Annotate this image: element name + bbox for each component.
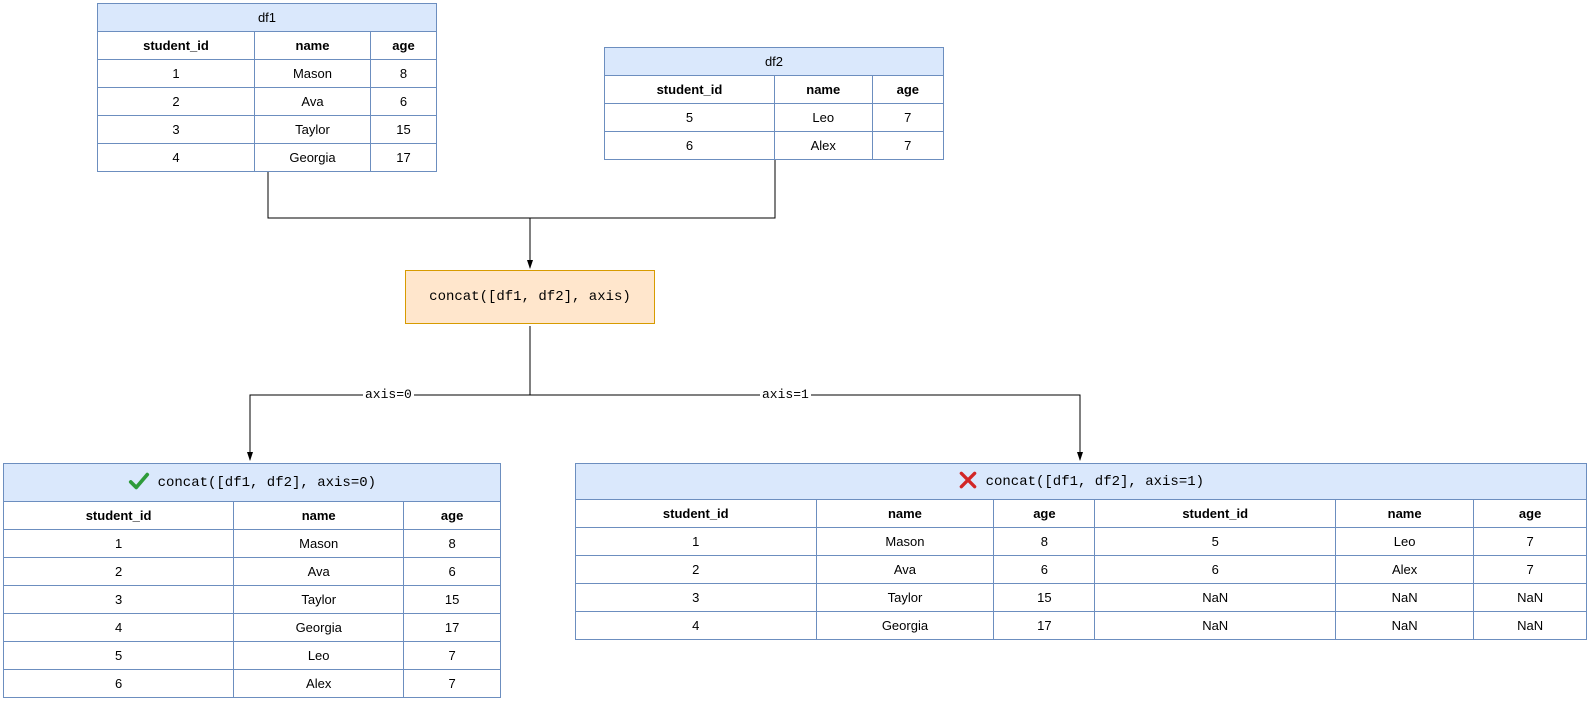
result0-col-1: name: [234, 502, 404, 530]
table-row: 6Alex7: [605, 132, 944, 160]
table-row: 5Leo7: [605, 104, 944, 132]
table-row: 4Georgia17: [4, 614, 501, 642]
concat-operation-box: concat([df1, df2], axis): [405, 270, 655, 324]
table-row: 3Taylor15: [98, 116, 437, 144]
concat-operation-label: concat([df1, df2], axis): [429, 289, 631, 305]
table-row: 4Georgia17: [98, 144, 437, 172]
result1-col-5: age: [1474, 500, 1587, 528]
df1-col-2: age: [371, 32, 437, 60]
result1-col-1: name: [816, 500, 994, 528]
table-row: 3Taylor15NaNNaNNaN: [576, 584, 1587, 612]
branch-label-axis1: axis=1: [760, 387, 811, 402]
df2-title: df2: [605, 48, 944, 76]
df1-table: df1 student_id name age 1Mason8 2Ava6 3T…: [97, 3, 437, 172]
result-axis1-title: concat([df1, df2], axis=1): [576, 464, 1587, 500]
check-icon: [128, 470, 150, 495]
result1-col-4: name: [1335, 500, 1473, 528]
branch-label-axis0: axis=0: [363, 387, 414, 402]
result0-col-2: age: [404, 502, 501, 530]
table-row: 5Leo7: [4, 642, 501, 670]
table-row: 1Mason8: [98, 60, 437, 88]
df1-col-0: student_id: [98, 32, 255, 60]
table-row: 1Mason8: [4, 530, 501, 558]
result-axis0-table: concat([df1, df2], axis=0) student_id na…: [3, 463, 501, 698]
df2-col-0: student_id: [605, 76, 775, 104]
result1-col-3: student_id: [1095, 500, 1336, 528]
df1-col-1: name: [254, 32, 370, 60]
table-row: 6Alex7: [4, 670, 501, 698]
result-axis0-title: concat([df1, df2], axis=0): [4, 464, 501, 502]
table-row: 2Ava6: [98, 88, 437, 116]
result-axis1-table: concat([df1, df2], axis=1) student_id na…: [575, 463, 1587, 640]
df1-title: df1: [98, 4, 437, 32]
table-row: 2Ava66Alex7: [576, 556, 1587, 584]
table-row: 2Ava6: [4, 558, 501, 586]
result0-col-0: student_id: [4, 502, 234, 530]
cross-icon: [958, 470, 978, 493]
table-row: 4Georgia17NaNNaNNaN: [576, 612, 1587, 640]
df2-table: df2 student_id name age 5Leo7 6Alex7: [604, 47, 944, 160]
table-row: 3Taylor15: [4, 586, 501, 614]
result-axis1-title-text: concat([df1, df2], axis=1): [986, 474, 1204, 490]
df2-col-1: name: [774, 76, 872, 104]
table-row: 1Mason85Leo7: [576, 528, 1587, 556]
result1-col-0: student_id: [576, 500, 817, 528]
df2-col-2: age: [872, 76, 943, 104]
result1-col-2: age: [994, 500, 1095, 528]
result-axis0-title-text: concat([df1, df2], axis=0): [158, 475, 376, 491]
